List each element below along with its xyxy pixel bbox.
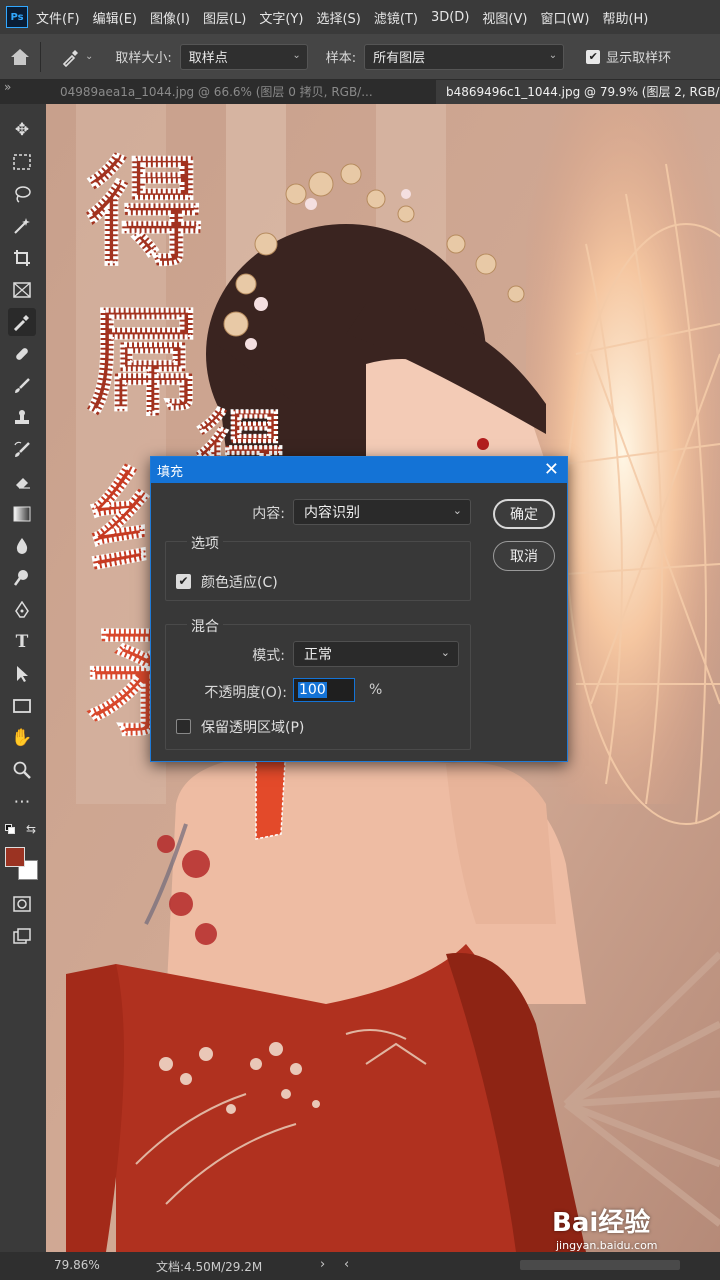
menu-layer[interactable]: 图层(L) [203,8,246,27]
document-info: 文档:4.50M/29.2M [156,1260,263,1274]
chevron-down-icon: ⌄ [440,646,450,659]
menu-view[interactable]: 视图(V) [482,8,527,27]
lasso-tool-icon[interactable] [8,180,36,208]
chevron-down-icon: ⌄ [292,49,301,61]
tab-document-1[interactable]: 04989aea1a_1044.jpg @ 66.6% (图层 0 拷贝, RG… [50,80,428,104]
opacity-input[interactable]: 100 [293,678,355,702]
watermark-url: jingyan.baidu.com [556,1239,658,1252]
sample-value: 所有图层 [373,51,426,66]
watermark: Bai经验 jingyan.baidu.com [552,1202,720,1252]
dialog-titlebar[interactable]: 填充 ✕ [151,457,567,483]
brush-tool-icon[interactable] [8,372,36,400]
tab-document-2[interactable]: b4869496c1_1044.jpg @ 79.9% (图层 2, RGB/.… [436,80,720,104]
healing-brush-tool-icon[interactable] [8,340,36,368]
panel-collapse-icon[interactable]: » [4,80,11,94]
mode-value: 正常 [304,647,332,663]
magic-wand-tool-icon[interactable] [8,212,36,240]
sample-label: 样本: [325,51,357,66]
color-adapt-label: 颜色适应(C) [201,575,278,591]
marquee-tool-icon[interactable] [8,148,36,176]
menu-3d[interactable]: 3D(D) [431,10,469,25]
sample-size-value: 取样点 [188,51,228,66]
opacity-value: 100 [298,682,327,698]
menu-type[interactable]: 文字(Y) [259,8,303,27]
tools-panel: ✥ T ✋ ⋯ ⇆ [0,104,46,1252]
menu-select[interactable]: 选择(S) [316,8,360,27]
cancel-button-label: 取消 [510,549,538,565]
gradient-tool-icon[interactable] [8,500,36,528]
show-ring-label: 显示取样环 [606,51,672,66]
hand-tool-icon[interactable]: ✋ [8,724,36,752]
photoshop-logo-icon: Ps [6,6,28,28]
menu-image[interactable]: 图像(I) [150,8,190,27]
chevron-down-icon: ⌄ [85,51,94,62]
sample-size-label: 取样大小: [115,51,172,66]
chevron-down-icon: ⌄ [548,49,558,61]
blur-tool-icon[interactable] [8,532,36,560]
menu-filter[interactable]: 滤镜(T) [374,8,418,27]
zoom-level[interactable]: 79.86% [54,1258,100,1272]
mode-select[interactable]: 正常 ⌄ [293,641,459,667]
history-brush-tool-icon[interactable] [8,436,36,464]
quick-mask-icon[interactable] [8,890,36,918]
blend-group-title: 混合 [187,616,223,636]
divider [40,41,41,72]
cancel-button[interactable]: 取消 [493,541,555,571]
move-tool-icon[interactable]: ✥ [8,116,36,144]
rectangle-tool-icon[interactable] [8,692,36,720]
close-icon[interactable]: ✕ [544,459,559,480]
status-bar: 79.86% 文档:4.50M/29.2M › ‹ [0,1252,720,1280]
content-label: 内容: [252,506,285,522]
color-adapt-checkbox[interactable]: ✔ [176,574,191,589]
eraser-tool-icon[interactable] [8,468,36,496]
opacity-unit: % [369,682,383,698]
tab-label: 04989aea1a_1044.jpg @ 66.6% (图层 0 拷贝, RG… [60,85,373,99]
horizontal-scrollbar-thumb[interactable] [520,1260,680,1270]
preserve-transparency-label: 保留透明区域(P) [201,720,305,736]
scroll-left-icon[interactable]: ‹ [344,1257,349,1272]
content-select[interactable]: 内容识别 ⌄ [293,499,471,525]
menu-bar: Ps 文件(F) 编辑(E) 图像(I) 图层(L) 文字(Y) 选择(S) 滤… [0,0,720,34]
frame-tool-icon[interactable] [8,276,36,304]
canvas-text-char-2: 屌 [86,293,204,432]
type-tool-icon[interactable]: T [8,628,36,656]
canvas-text-char-1: 得 [86,143,204,282]
eyedropper-tool-icon[interactable] [8,308,36,336]
options-bar: ⌄ 取样大小: 取样点 ⌄ 样本: 所有图层 ⌄ ✔ 显示取样环 [0,34,720,80]
fill-dialog: 填充 ✕ 内容: 内容识别 ⌄ 确定 取消 选项 ✔ 颜色适应(C) 混合 模式… [150,456,568,762]
more-tools-icon[interactable]: ⋯ [8,788,36,816]
options-group-title: 选项 [187,533,223,553]
crop-tool-icon[interactable] [8,244,36,272]
status-menu-arrow-icon[interactable]: › [320,1257,325,1272]
content-value: 内容识别 [304,505,360,521]
show-ring-checkbox[interactable]: ✔ [586,49,601,64]
menu-file[interactable]: 文件(F) [36,8,80,27]
screen-mode-icon[interactable] [8,922,36,950]
swap-colors-icon[interactable]: ⇆ [26,822,36,836]
clone-stamp-tool-icon[interactable] [8,404,36,432]
dodge-tool-icon[interactable] [8,564,36,592]
path-selection-tool-icon[interactable] [8,660,36,688]
default-colors-icon[interactable] [5,824,15,834]
ok-button-label: 确定 [510,507,538,523]
sample-size-select[interactable]: 取样点 ⌄ [179,43,308,70]
preserve-transparency-checkbox[interactable] [176,719,191,734]
ok-button[interactable]: 确定 [493,499,555,529]
home-icon[interactable] [0,34,40,80]
pen-tool-icon[interactable] [8,596,36,624]
watermark-brand: Bai经验 [552,1208,651,1238]
menu-window[interactable]: 窗口(W) [540,8,589,27]
document-tabs: » 04989aea1a_1044.jpg @ 66.6% (图层 0 拷贝, … [0,80,720,104]
menu-edit[interactable]: 编辑(E) [93,8,137,27]
mode-label: 模式: [252,648,285,664]
sample-select[interactable]: 所有图层 ⌄ [364,43,565,70]
menu-help[interactable]: 帮助(H) [602,8,648,27]
opacity-label: 不透明度(O): [204,685,287,701]
foreground-color-swatch[interactable] [5,847,25,867]
dialog-title: 填充 [157,464,184,480]
tab-label: b4869496c1_1044.jpg @ 79.9% (图层 2, RGB/.… [446,85,720,99]
eyedropper-preset-icon[interactable]: ⌄ [61,47,93,67]
chevron-down-icon: ⌄ [452,504,462,517]
zoom-tool-icon[interactable] [8,756,36,784]
